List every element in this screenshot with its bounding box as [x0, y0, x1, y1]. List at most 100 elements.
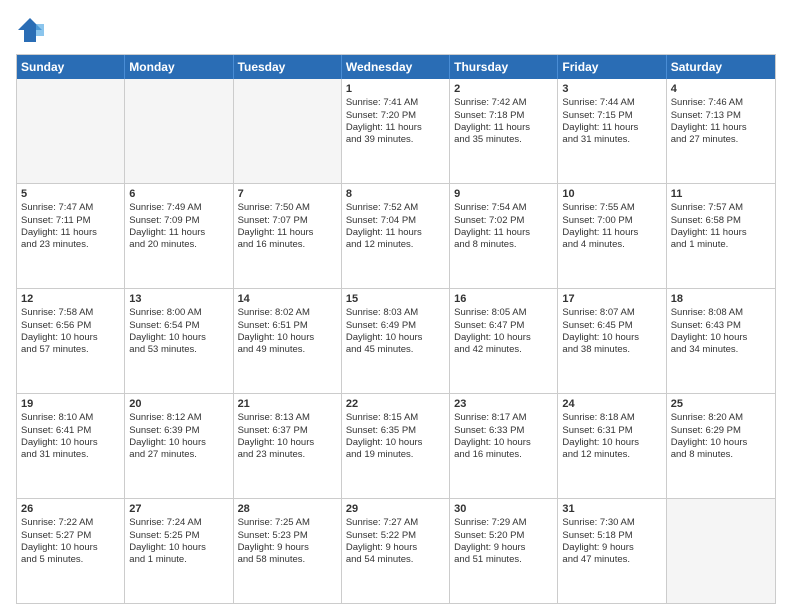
day-info-line-1: Sunset: 6:49 PM	[346, 320, 445, 332]
day-number: 2	[454, 82, 553, 96]
day-info-line-2: Daylight: 10 hours	[129, 332, 228, 344]
day-info-line-2: Daylight: 11 hours	[346, 122, 445, 134]
day-info-line-3: and 1 minute.	[671, 239, 771, 251]
day-info-line-2: Daylight: 10 hours	[129, 437, 228, 449]
calendar-day-28: 28Sunrise: 7:25 AMSunset: 5:23 PMDayligh…	[234, 499, 342, 603]
logo-icon	[16, 16, 44, 44]
day-info-line-3: and 58 minutes.	[238, 554, 337, 566]
day-number: 3	[562, 82, 661, 96]
calendar-row-4: 26Sunrise: 7:22 AMSunset: 5:27 PMDayligh…	[17, 498, 775, 603]
day-info-line-2: Daylight: 10 hours	[562, 437, 661, 449]
day-number: 22	[346, 397, 445, 411]
day-number: 13	[129, 292, 228, 306]
day-info-line-2: Daylight: 11 hours	[671, 227, 771, 239]
calendar-day-16: 16Sunrise: 8:05 AMSunset: 6:47 PMDayligh…	[450, 289, 558, 393]
day-info-line-0: Sunrise: 7:50 AM	[238, 202, 337, 214]
day-info-line-1: Sunset: 7:02 PM	[454, 215, 553, 227]
day-info-line-3: and 23 minutes.	[238, 449, 337, 461]
weekday-header-tuesday: Tuesday	[234, 55, 342, 79]
calendar-row-3: 19Sunrise: 8:10 AMSunset: 6:41 PMDayligh…	[17, 393, 775, 498]
day-info-line-3: and 35 minutes.	[454, 134, 553, 146]
calendar-day-17: 17Sunrise: 8:07 AMSunset: 6:45 PMDayligh…	[558, 289, 666, 393]
calendar-day-5: 5Sunrise: 7:47 AMSunset: 7:11 PMDaylight…	[17, 184, 125, 288]
calendar-day-20: 20Sunrise: 8:12 AMSunset: 6:39 PMDayligh…	[125, 394, 233, 498]
calendar-day-15: 15Sunrise: 8:03 AMSunset: 6:49 PMDayligh…	[342, 289, 450, 393]
weekday-header-monday: Monday	[125, 55, 233, 79]
calendar-day-10: 10Sunrise: 7:55 AMSunset: 7:00 PMDayligh…	[558, 184, 666, 288]
day-number: 23	[454, 397, 553, 411]
day-info-line-1: Sunset: 6:31 PM	[562, 425, 661, 437]
day-number: 1	[346, 82, 445, 96]
calendar-day-4: 4Sunrise: 7:46 AMSunset: 7:13 PMDaylight…	[667, 79, 775, 183]
day-info-line-0: Sunrise: 8:17 AM	[454, 412, 553, 424]
day-info-line-1: Sunset: 6:54 PM	[129, 320, 228, 332]
day-info-line-2: Daylight: 11 hours	[21, 227, 120, 239]
day-info-line-2: Daylight: 10 hours	[346, 332, 445, 344]
day-info-line-1: Sunset: 5:18 PM	[562, 530, 661, 542]
day-info-line-0: Sunrise: 7:44 AM	[562, 97, 661, 109]
weekday-header-wednesday: Wednesday	[342, 55, 450, 79]
day-info-line-2: Daylight: 11 hours	[562, 122, 661, 134]
day-info-line-0: Sunrise: 7:47 AM	[21, 202, 120, 214]
day-number: 19	[21, 397, 120, 411]
calendar-day-8: 8Sunrise: 7:52 AMSunset: 7:04 PMDaylight…	[342, 184, 450, 288]
calendar-day-31: 31Sunrise: 7:30 AMSunset: 5:18 PMDayligh…	[558, 499, 666, 603]
day-info-line-0: Sunrise: 8:03 AM	[346, 307, 445, 319]
day-info-line-1: Sunset: 7:07 PM	[238, 215, 337, 227]
day-info-line-3: and 31 minutes.	[562, 134, 661, 146]
day-info-line-2: Daylight: 10 hours	[129, 542, 228, 554]
day-info-line-3: and 16 minutes.	[454, 449, 553, 461]
day-info-line-1: Sunset: 5:22 PM	[346, 530, 445, 542]
day-info-line-1: Sunset: 5:23 PM	[238, 530, 337, 542]
day-info-line-1: Sunset: 6:45 PM	[562, 320, 661, 332]
day-info-line-2: Daylight: 10 hours	[21, 542, 120, 554]
day-number: 11	[671, 187, 771, 201]
day-info-line-1: Sunset: 6:39 PM	[129, 425, 228, 437]
calendar-day-3: 3Sunrise: 7:44 AMSunset: 7:15 PMDaylight…	[558, 79, 666, 183]
day-info-line-3: and 1 minute.	[129, 554, 228, 566]
day-info-line-0: Sunrise: 8:07 AM	[562, 307, 661, 319]
day-info-line-0: Sunrise: 8:02 AM	[238, 307, 337, 319]
day-info-line-1: Sunset: 6:43 PM	[671, 320, 771, 332]
day-info-line-2: Daylight: 10 hours	[238, 437, 337, 449]
day-info-line-3: and 23 minutes.	[21, 239, 120, 251]
calendar-day-25: 25Sunrise: 8:20 AMSunset: 6:29 PMDayligh…	[667, 394, 775, 498]
calendar-day-11: 11Sunrise: 7:57 AMSunset: 6:58 PMDayligh…	[667, 184, 775, 288]
calendar-day-22: 22Sunrise: 8:15 AMSunset: 6:35 PMDayligh…	[342, 394, 450, 498]
day-number: 14	[238, 292, 337, 306]
day-number: 24	[562, 397, 661, 411]
calendar-day-2: 2Sunrise: 7:42 AMSunset: 7:18 PMDaylight…	[450, 79, 558, 183]
day-info-line-0: Sunrise: 7:58 AM	[21, 307, 120, 319]
day-info-line-2: Daylight: 9 hours	[562, 542, 661, 554]
day-info-line-0: Sunrise: 7:30 AM	[562, 517, 661, 529]
day-info-line-3: and 8 minutes.	[671, 449, 771, 461]
day-info-line-3: and 27 minutes.	[129, 449, 228, 461]
day-number: 7	[238, 187, 337, 201]
day-info-line-0: Sunrise: 8:18 AM	[562, 412, 661, 424]
day-number: 10	[562, 187, 661, 201]
day-info-line-3: and 53 minutes.	[129, 344, 228, 356]
day-info-line-3: and 42 minutes.	[454, 344, 553, 356]
day-number: 5	[21, 187, 120, 201]
day-info-line-3: and 4 minutes.	[562, 239, 661, 251]
day-info-line-3: and 12 minutes.	[562, 449, 661, 461]
day-number: 15	[346, 292, 445, 306]
day-info-line-0: Sunrise: 8:20 AM	[671, 412, 771, 424]
day-info-line-2: Daylight: 11 hours	[671, 122, 771, 134]
day-info-line-1: Sunset: 6:51 PM	[238, 320, 337, 332]
calendar-day-21: 21Sunrise: 8:13 AMSunset: 6:37 PMDayligh…	[234, 394, 342, 498]
calendar-row-2: 12Sunrise: 7:58 AMSunset: 6:56 PMDayligh…	[17, 288, 775, 393]
calendar-day-29: 29Sunrise: 7:27 AMSunset: 5:22 PMDayligh…	[342, 499, 450, 603]
day-info-line-1: Sunset: 6:29 PM	[671, 425, 771, 437]
day-info-line-2: Daylight: 11 hours	[238, 227, 337, 239]
calendar-day-26: 26Sunrise: 7:22 AMSunset: 5:27 PMDayligh…	[17, 499, 125, 603]
day-info-line-0: Sunrise: 7:46 AM	[671, 97, 771, 109]
weekday-header-saturday: Saturday	[667, 55, 775, 79]
day-info-line-1: Sunset: 6:35 PM	[346, 425, 445, 437]
day-info-line-2: Daylight: 10 hours	[454, 332, 553, 344]
day-info-line-3: and 34 minutes.	[671, 344, 771, 356]
day-info-line-3: and 12 minutes.	[346, 239, 445, 251]
day-info-line-0: Sunrise: 7:27 AM	[346, 517, 445, 529]
day-number: 21	[238, 397, 337, 411]
day-info-line-1: Sunset: 7:15 PM	[562, 110, 661, 122]
